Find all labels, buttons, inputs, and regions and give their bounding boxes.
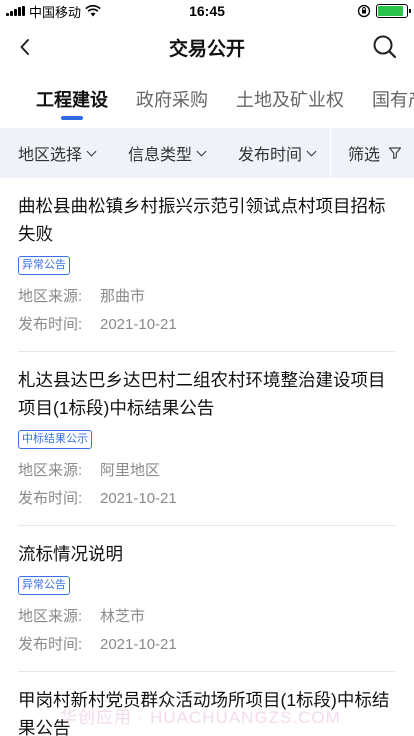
funnel-icon bbox=[388, 147, 402, 160]
region-label: 地区来源: bbox=[18, 608, 83, 625]
item-title: 札达县达巴乡达巴村二组农村环境整治建设项目项目(1标段)中标结果公告 bbox=[18, 370, 386, 418]
tab-government-procurement[interactable]: 政府采购 bbox=[136, 72, 208, 128]
region-label: 地区来源: bbox=[18, 462, 83, 479]
item-meta: 地区来源: 那曲市 发布时间: 2021-10-21 bbox=[18, 283, 396, 339]
list-item[interactable]: 曲松县曲松镇乡村振兴示范引领试点村项目招标失败 异常公告 地区来源: 那曲市 发布… bbox=[18, 178, 396, 352]
signal-icon bbox=[6, 6, 25, 16]
status-right bbox=[357, 4, 411, 18]
chevron-down-icon bbox=[86, 146, 97, 156]
wifi-icon bbox=[85, 5, 101, 17]
filter-divider bbox=[330, 128, 331, 178]
filter-publish-time-label: 发布时间 bbox=[238, 147, 303, 164]
status-badge: 异常公告 bbox=[18, 576, 70, 595]
filter-screen[interactable]: 筛选 bbox=[348, 128, 402, 178]
tab-engineering[interactable]: 工程建设 bbox=[36, 72, 108, 128]
date-label: 发布时间: bbox=[18, 316, 83, 333]
category-tabs: 工程建设 政府采购 土地及矿业权 国有产 bbox=[0, 72, 414, 128]
date-label: 发布时间: bbox=[18, 490, 83, 507]
status-left: 中国移动 bbox=[6, 2, 101, 21]
item-title: 曲松县曲松镇乡村振兴示范引领试点村项目招标失败 bbox=[18, 196, 386, 244]
status-time: 16:45 bbox=[189, 3, 225, 19]
item-meta: 地区来源: 阿里地区 发布时间: 2021-10-21 bbox=[18, 457, 396, 513]
chevron-left-icon bbox=[20, 39, 29, 55]
search-button[interactable] bbox=[372, 34, 398, 60]
chevron-down-icon bbox=[306, 146, 317, 156]
carrier-label: 中国移动 bbox=[29, 4, 82, 20]
filter-region-label: 地区选择 bbox=[18, 147, 83, 164]
battery-level bbox=[378, 6, 404, 16]
search-icon bbox=[373, 35, 397, 59]
status-badge: 异常公告 bbox=[18, 256, 70, 275]
back-button[interactable] bbox=[12, 34, 38, 60]
item-title: 流标情况说明 bbox=[18, 544, 123, 564]
filter-publish-time[interactable]: 发布时间 bbox=[238, 128, 317, 178]
page-title: 交易公开 bbox=[168, 38, 245, 60]
list-item[interactable]: 流标情况说明 异常公告 地区来源: 林芝市 发布时间: 2021-10-21 bbox=[18, 526, 396, 672]
filter-region[interactable]: 地区选择 bbox=[18, 128, 97, 178]
list-item[interactable]: 札达县达巴乡达巴村二组农村环境整治建设项目项目(1标段)中标结果公告 中标结果公… bbox=[18, 352, 396, 526]
filter-bar: 地区选择 信息类型 发布时间 筛选 bbox=[0, 128, 414, 178]
status-bar: 中国移动 16:45 bbox=[0, 0, 414, 22]
region-value: 阿里地区 bbox=[100, 462, 161, 479]
chevron-down-icon bbox=[196, 146, 207, 156]
filter-info-type-label: 信息类型 bbox=[128, 147, 193, 164]
region-value: 林芝市 bbox=[100, 608, 146, 625]
date-value: 2021-10-21 bbox=[100, 316, 177, 333]
date-value: 2021-10-21 bbox=[100, 490, 177, 507]
tab-land-mining-rights[interactable]: 土地及矿业权 bbox=[236, 72, 344, 128]
notice-list: 曲松县曲松镇乡村振兴示范引领试点村项目招标失败 异常公告 地区来源: 那曲市 发布… bbox=[0, 178, 414, 736]
region-label: 地区来源: bbox=[18, 288, 83, 305]
item-title: 甲岗村新村党员群众活动场所项目(1标段)中标结果公告 bbox=[18, 690, 390, 736]
list-item[interactable]: 甲岗村新村党员群众活动场所项目(1标段)中标结果公告 bbox=[18, 672, 396, 736]
nav-bar: 交易公开 bbox=[0, 22, 414, 72]
item-meta: 地区来源: 林芝市 发布时间: 2021-10-21 bbox=[18, 603, 396, 659]
tab-state-owned-property[interactable]: 国有产 bbox=[372, 72, 414, 128]
filter-info-type[interactable]: 信息类型 bbox=[128, 128, 207, 178]
date-label: 发布时间: bbox=[18, 636, 83, 653]
battery-icon bbox=[376, 4, 411, 18]
region-value: 那曲市 bbox=[100, 288, 146, 305]
filter-screen-label: 筛选 bbox=[348, 147, 381, 164]
orientation-lock-icon bbox=[357, 4, 371, 18]
status-badge: 中标结果公示 bbox=[18, 430, 92, 449]
date-value: 2021-10-21 bbox=[100, 636, 177, 653]
